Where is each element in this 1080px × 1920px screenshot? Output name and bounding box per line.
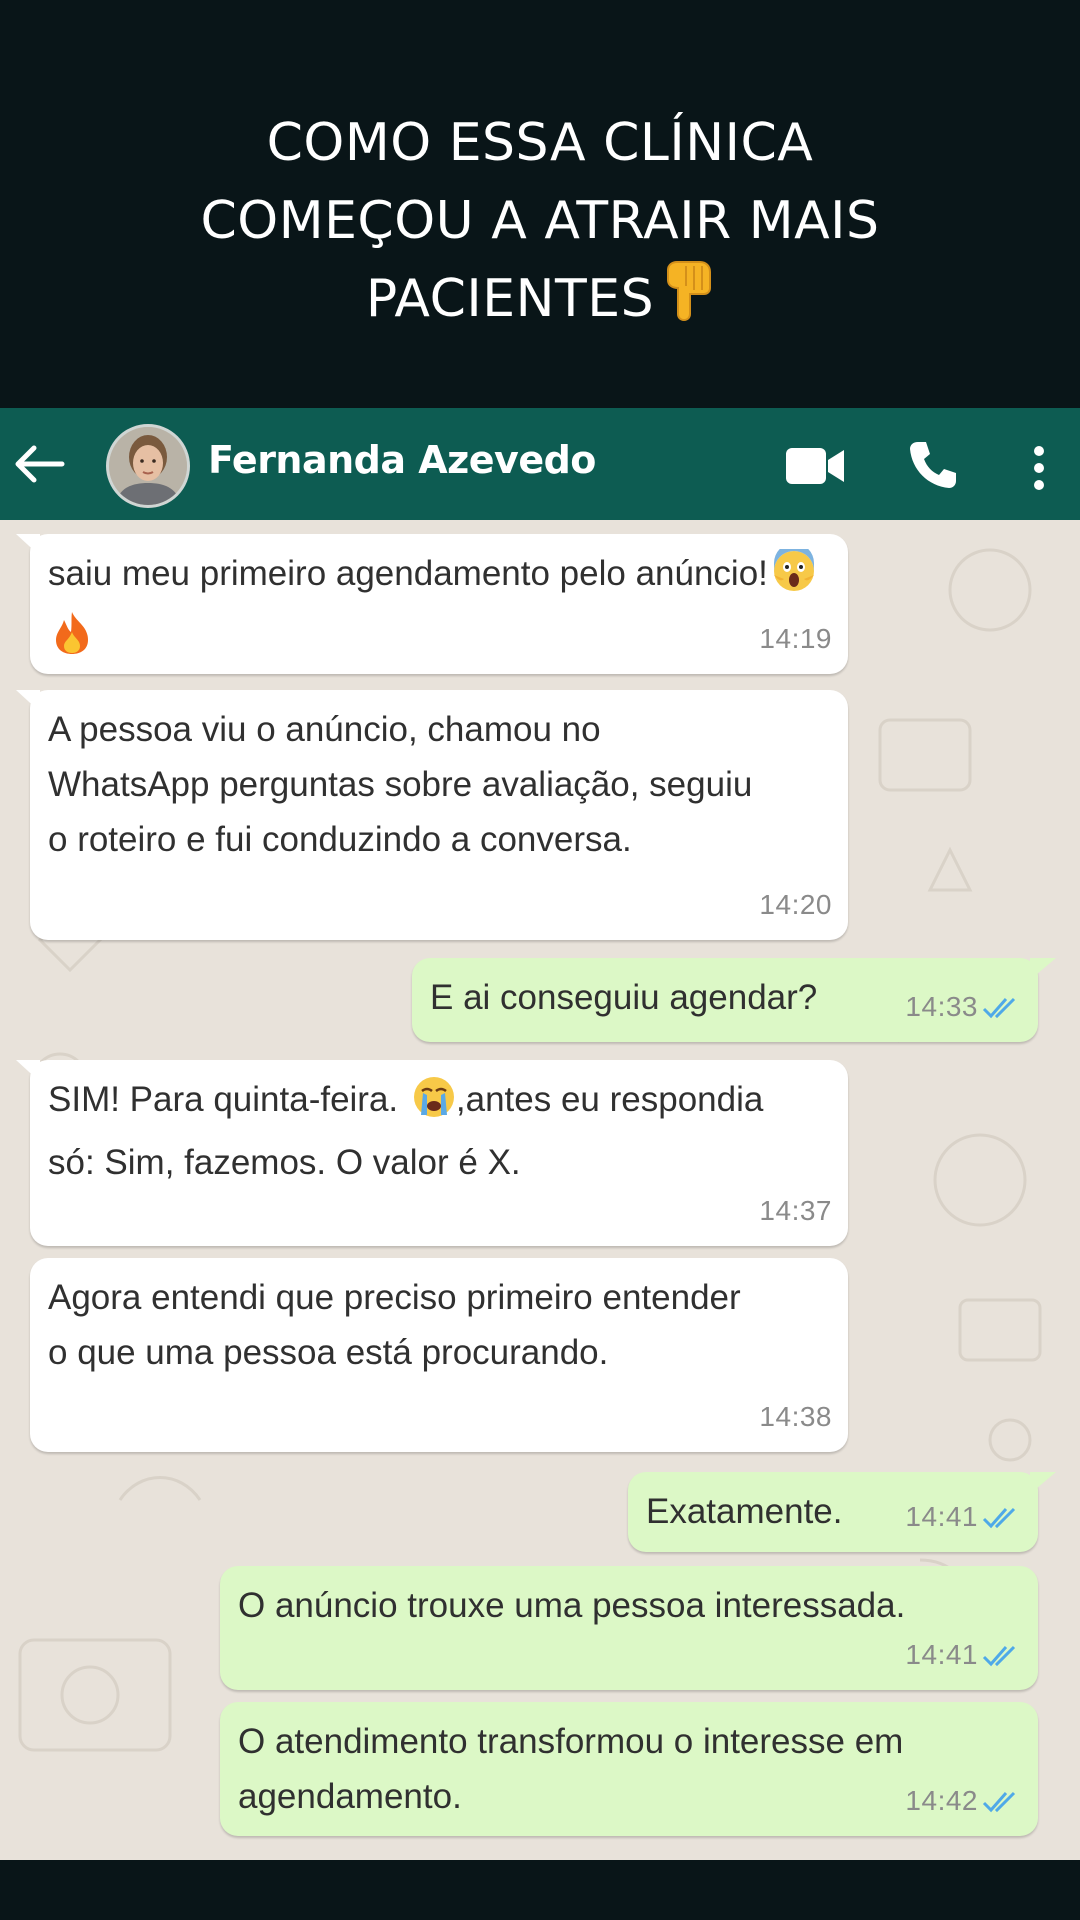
chat-header: Fernanda Azevedo	[0, 408, 1080, 520]
message-timestamp: 14:41	[905, 1489, 1022, 1544]
timestamp-text: 14:41	[905, 1639, 978, 1670]
timestamp-text: 14:19	[759, 623, 832, 654]
message-bubble-incoming[interactable]: A pessoa viu o anúncio, chamou no WhatsA…	[16, 690, 848, 940]
fire-icon	[52, 610, 92, 672]
phone-icon[interactable]	[906, 438, 960, 492]
headline-line-1: COMO ESSA CLÍNICA	[266, 113, 814, 173]
contact-name[interactable]: Fernanda Azevedo	[208, 438, 596, 482]
message-bubble-incoming[interactable]: Agora entendi que preciso primeiro enten…	[30, 1258, 848, 1452]
backhand-index-pointing-down-icon	[664, 260, 714, 344]
headline-line-3-text: PACIENTES	[365, 269, 655, 329]
headline-line-2: COMEÇOU A ATRAIR MAIS	[200, 191, 880, 251]
chat-area[interactable]: saiu meu primeiro agendamento pelo anúnc…	[0, 520, 1080, 1860]
message-bubble-outgoing[interactable]: Exatamente. 14:41	[628, 1472, 1056, 1552]
timestamp-text: 14:38	[759, 1401, 832, 1432]
avatar[interactable]	[106, 424, 190, 508]
bottom-bar	[0, 1860, 1080, 1920]
timestamp-text: 14:37	[759, 1195, 832, 1226]
message-text: saiu meu primeiro agendamento pelo anúnc…	[48, 543, 830, 672]
message-timestamp: 14:37	[759, 1183, 832, 1238]
more-options-icon[interactable]	[1028, 444, 1050, 492]
screaming-face-icon	[772, 543, 816, 609]
headline-line-3: PACIENTES	[160, 260, 920, 344]
message-timestamp: 14:33	[905, 979, 1022, 1034]
bubble-tail	[16, 690, 40, 712]
timestamp-text: 14:20	[759, 889, 832, 920]
message-text: O atendimento transformou o interesse em…	[238, 1722, 904, 1816]
bubble-tail	[1030, 958, 1056, 980]
message-timestamp: 14:41	[905, 1627, 1022, 1682]
video-call-icon[interactable]	[784, 446, 846, 486]
timestamp-text: 14:33	[905, 991, 978, 1022]
message-text: O anúncio trouxe uma pessoa interessada.	[238, 1586, 906, 1625]
timestamp-text: 14:41	[905, 1501, 978, 1532]
crying-face-icon	[412, 1075, 456, 1135]
timestamp-text: 14:42	[905, 1785, 978, 1816]
back-arrow-icon[interactable]	[10, 442, 66, 486]
read-receipt-icon	[982, 1791, 1016, 1812]
read-receipt-icon	[982, 997, 1016, 1018]
message-bubble-incoming[interactable]: SIM! Para quinta-feira. ,antes eu respon…	[16, 1060, 848, 1246]
message-text: A pessoa viu o anúncio, chamou no WhatsA…	[48, 710, 753, 859]
message-timestamp: 14:38	[759, 1389, 832, 1444]
message-text: Agora entendi que preciso primeiro enten…	[48, 1278, 741, 1372]
read-receipt-icon	[982, 1645, 1016, 1666]
bubble-tail	[16, 534, 40, 556]
message-timestamp: 14:19	[759, 611, 832, 666]
bubble-tail	[16, 1060, 40, 1082]
message-bubble-outgoing[interactable]: O atendimento transformou o interesse em…	[220, 1702, 1038, 1836]
message-bubble-outgoing[interactable]: O anúncio trouxe uma pessoa interessada.…	[220, 1566, 1038, 1690]
bubble-tail	[1030, 1472, 1056, 1494]
headline-text: COMO ESSA CLÍNICA COMEÇOU A ATRAIR MAIS …	[160, 104, 920, 344]
message-text-content: saiu meu primeiro agendamento pelo anúnc…	[48, 554, 768, 593]
read-receipt-icon	[982, 1507, 1016, 1528]
message-text-before: SIM! Para quinta-feira.	[48, 1080, 399, 1119]
message-bubble-incoming[interactable]: saiu meu primeiro agendamento pelo anúnc…	[16, 534, 848, 674]
message-timestamp: 14:42	[905, 1773, 1022, 1828]
message-text: SIM! Para quinta-feira. ,antes eu respon…	[48, 1072, 808, 1190]
message-bubble-outgoing[interactable]: E ai conseguiu agendar? 14:33	[412, 958, 1056, 1042]
headline-banner: COMO ESSA CLÍNICA COMEÇOU A ATRAIR MAIS …	[0, 0, 1080, 408]
message-timestamp: 14:20	[759, 877, 832, 932]
